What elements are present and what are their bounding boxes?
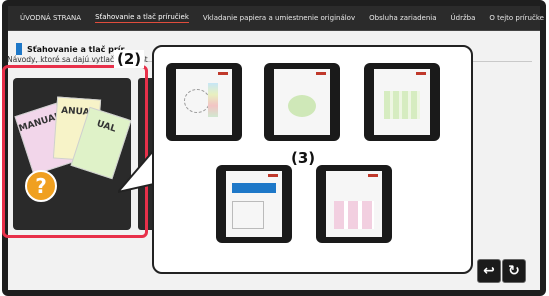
nav-tabs: ÚVODNÁ STRANA Sťahovanie a tlač príručie… (8, 6, 544, 30)
nav-device-operation[interactable]: Obsluha zariadenia (369, 14, 436, 22)
back-icon: ↩ (483, 263, 495, 279)
sharp-logo (416, 72, 426, 75)
manual-page (326, 171, 382, 237)
page-graphic (232, 201, 264, 229)
sharp-logo (368, 174, 378, 177)
manual-thumb-1[interactable] (166, 63, 242, 141)
manual-page (374, 69, 430, 135)
callout-label-2: (2) (114, 50, 145, 68)
nav-home[interactable]: ÚVODNÁ STRANA (20, 14, 81, 22)
refresh-button[interactable]: ↻ (502, 259, 526, 283)
manual-page (274, 69, 330, 135)
section-title: Sťahovanie a tlač prír (16, 43, 124, 55)
sharp-logo (316, 72, 326, 75)
page-graphic (334, 201, 374, 229)
manual-page (176, 69, 232, 135)
refresh-icon: ↻ (508, 263, 520, 279)
page-graphic (184, 89, 210, 113)
callout-label-3: (3) (291, 149, 316, 167)
section-title-text: Sťahovanie a tlač prír (27, 44, 125, 54)
top-navigation: ÚVODNÁ STRANA Sťahovanie a tlač príručie… (8, 6, 544, 31)
nav-about-manual[interactable]: O tejto príručke (489, 14, 544, 22)
manual-thumb-3[interactable] (364, 63, 440, 141)
page-graphic (384, 91, 420, 119)
manual-thumb-5[interactable] (316, 165, 392, 243)
nav-download-print-manuals[interactable]: Sťahovanie a tlač príručiek (95, 13, 189, 23)
sharp-logo (268, 174, 278, 177)
back-button[interactable]: ↩ (477, 259, 501, 283)
page-graphic (232, 183, 276, 193)
manual-thumb-4[interactable] (216, 165, 292, 243)
device-screen: ÚVODNÁ STRANA Sťahovanie a tlač príručie… (2, 0, 546, 296)
sharp-logo (218, 72, 228, 75)
printable-manuals-description: Návody, ktoré sa dajú vytlačiť (7, 55, 120, 64)
nav-maintenance[interactable]: Údržba (451, 14, 476, 22)
manual-thumb-2[interactable] (264, 63, 340, 141)
manual-page (226, 171, 282, 237)
page-graphic (208, 83, 218, 117)
page-graphic (288, 95, 316, 117)
section-marker (16, 43, 22, 55)
nav-loading-paper[interactable]: Vkladanie papiera a umiestnenie originál… (203, 14, 355, 22)
